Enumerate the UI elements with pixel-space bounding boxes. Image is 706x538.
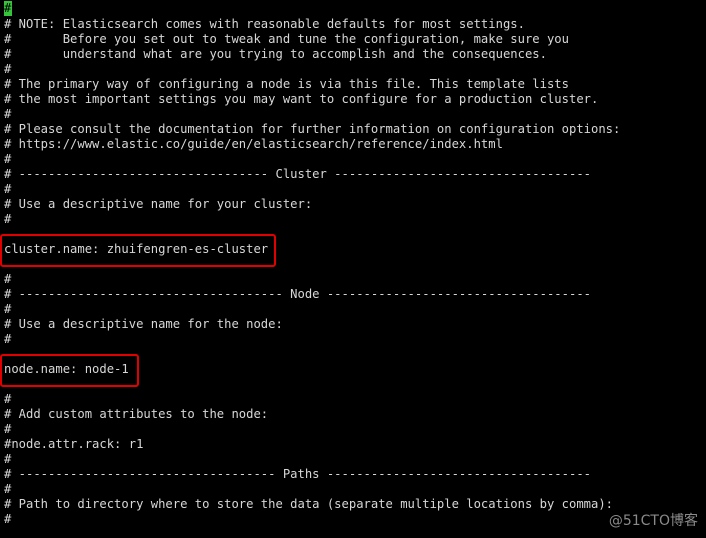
text-line: # ----------------------------------- Pa… bbox=[4, 467, 591, 481]
text-line: # bbox=[4, 482, 12, 496]
text-line: # bbox=[4, 212, 12, 226]
text-line: # bbox=[4, 272, 12, 286]
text-line: # Use a descriptive name for the node: bbox=[4, 317, 283, 331]
text-line: # The primary way of configuring a node … bbox=[4, 77, 569, 91]
text-line: # the most important settings you may wa… bbox=[4, 92, 599, 106]
text-line: # bbox=[4, 392, 12, 406]
text-line: # bbox=[4, 422, 12, 436]
text-line: # NOTE: Elasticsearch comes with reasona… bbox=[4, 17, 525, 31]
text-line: # Please consult the documentation for f… bbox=[4, 122, 621, 136]
text-line: # understand what are you trying to acco… bbox=[4, 47, 547, 61]
text-line: # bbox=[4, 182, 12, 196]
text-line: # bbox=[4, 152, 12, 166]
watermark: @51CTO博客 bbox=[608, 513, 698, 529]
text-line: # bbox=[4, 452, 12, 466]
text-line: # bbox=[4, 302, 12, 316]
terminal-editor[interactable]: # # NOTE: Elasticsearch comes with reaso… bbox=[0, 0, 706, 538]
text-line: # Use a descriptive name for your cluste… bbox=[4, 197, 313, 211]
text-line: # bbox=[4, 332, 12, 346]
text-cursor: # bbox=[4, 1, 12, 16]
text-line: # bbox=[4, 62, 12, 76]
text-line: # bbox=[4, 512, 12, 526]
text-line: # ---------------------------------- Clu… bbox=[4, 167, 591, 181]
highlight-cluster-name bbox=[0, 234, 276, 267]
text-line: # bbox=[4, 107, 12, 121]
text-line: # Add custom attributes to the node: bbox=[4, 407, 269, 421]
highlight-node-name bbox=[0, 354, 139, 387]
text-line: # Before you set out to tweak and tune t… bbox=[4, 32, 569, 46]
text-line: # https://www.elastic.co/guide/en/elasti… bbox=[4, 137, 503, 151]
text-line: # ------------------------------------ N… bbox=[4, 287, 591, 301]
text-line: #node.attr.rack: r1 bbox=[4, 437, 144, 451]
text-line: # Path to directory where to store the d… bbox=[4, 497, 614, 511]
